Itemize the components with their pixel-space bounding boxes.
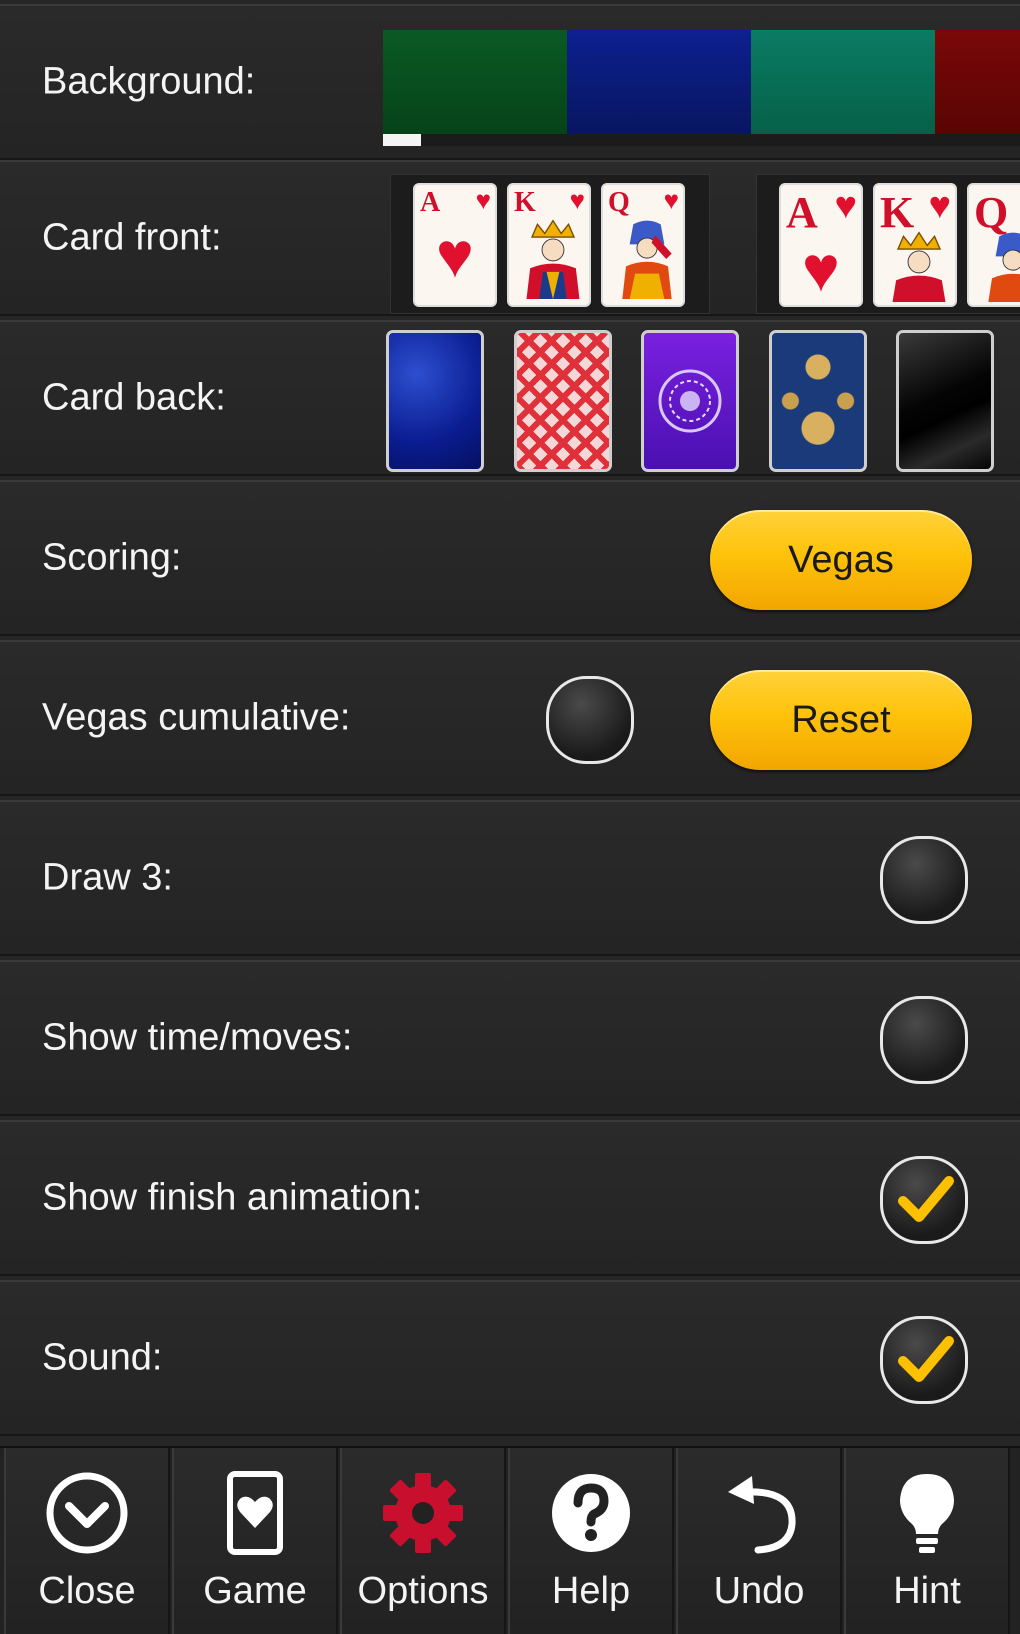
mandala-icon [658, 369, 722, 433]
lightbulb-icon [900, 1474, 954, 1553]
show-time-label: Show time/moves: [42, 1016, 353, 1059]
background-swatch-green[interactable] [383, 30, 567, 134]
queen-face-icon [622, 220, 672, 300]
toolbar-undo-button[interactable]: Undo [676, 1448, 842, 1634]
scoring-label: Scoring: [42, 536, 182, 579]
king-face-icon [526, 219, 580, 300]
card-rank: Q [608, 187, 630, 218]
heart-icon: ♥ [928, 185, 951, 227]
undo-icon [728, 1476, 796, 1554]
chevron-down-circle-icon [46, 1472, 128, 1554]
card-rank: K [514, 187, 536, 218]
show-time-row: Show time/moves: [0, 960, 1020, 1116]
show-time-toggle[interactable] [880, 996, 968, 1084]
card-rank: A [420, 187, 441, 218]
vegas-cumulative-toggle[interactable] [546, 676, 634, 764]
draw3-toggle[interactable] [880, 836, 968, 924]
heart-icon: ♥ [436, 218, 474, 291]
toolbar-game-button[interactable]: Game [172, 1448, 338, 1634]
finish-animation-row: Show finish animation: [0, 1120, 1020, 1276]
background-scrollbar[interactable] [383, 134, 1020, 146]
help-icon [552, 1474, 630, 1552]
background-row: Background: [0, 4, 1020, 160]
card-king-hearts: K ♥ [507, 183, 591, 307]
card-back-row: Card back: [0, 320, 1020, 476]
toolbar-help-label: Help [551, 1570, 631, 1612]
card-front-label: Card front: [42, 216, 222, 259]
card-icon [227, 1471, 283, 1555]
toolbar-options-label: Options [357, 1570, 489, 1612]
toolbar-hint-label: Hint [893, 1570, 961, 1612]
toolbar-game-label: Game [203, 1570, 307, 1612]
draw3-row: Draw 3: [0, 800, 1020, 956]
heart-icon: ♥ [834, 185, 857, 227]
toolbar-undo-label: Undo [713, 1570, 805, 1612]
card-back-blue[interactable] [386, 330, 484, 472]
card-back-label: Card back: [42, 376, 226, 419]
finish-animation-toggle[interactable] [880, 1156, 968, 1244]
card-front-set-classic[interactable]: A ♥ ♥ K ♥ Q ♥ [390, 174, 710, 314]
options-panel: Background: Card front: A ♥ ♥ K ♥ Q ♥ A … [0, 0, 1020, 1442]
draw3-label: Draw 3: [42, 856, 173, 899]
toolbar-close-label: Close [38, 1570, 136, 1612]
card-back-blue-gold-damask[interactable] [769, 330, 867, 472]
heart-icon: ♥ [569, 185, 585, 215]
card-king-hearts-large: K ♥ [873, 183, 957, 307]
checkmark-icon [898, 1336, 954, 1382]
queen-face-icon [988, 232, 1020, 303]
card-queen-hearts: Q ♥ [601, 183, 685, 307]
background-swatch-red[interactable] [935, 30, 1020, 134]
card-front-set-large[interactable]: A ♥ ♥ K ♥ Q [756, 174, 1020, 314]
sound-toggle[interactable] [880, 1316, 968, 1404]
king-face-icon [892, 231, 946, 303]
heart-icon: ♥ [802, 233, 840, 305]
background-label: Background: [42, 60, 256, 103]
sound-row: Sound: [0, 1280, 1020, 1436]
card-ace-hearts: A ♥ ♥ [413, 183, 497, 307]
scoring-row: Scoring: Vegas [0, 480, 1020, 636]
scroll-thumb[interactable] [383, 134, 421, 146]
scoring-mode-button[interactable]: Vegas [710, 510, 972, 610]
card-back-black-glossy[interactable] [896, 330, 994, 472]
card-back-red-pattern[interactable] [514, 330, 612, 472]
card-queen-hearts-large: Q [967, 183, 1020, 307]
toolbar-hint-button[interactable]: Hint [844, 1448, 1010, 1634]
vegas-cumulative-label: Vegas cumulative: [42, 696, 351, 739]
background-swatches [383, 30, 1020, 134]
toolbar-options-button[interactable]: Options [340, 1448, 506, 1634]
sound-label: Sound: [42, 1336, 163, 1379]
heart-icon: ♥ [475, 185, 491, 215]
vegas-cumulative-row: Vegas cumulative: Reset [0, 640, 1020, 796]
bottom-toolbar: Close Game Options Help Undo Hint [0, 1446, 1020, 1634]
heart-icon: ♥ [663, 185, 679, 215]
background-swatch-teal[interactable] [751, 30, 935, 134]
card-front-row: Card front: A ♥ ♥ K ♥ Q ♥ A ♥ ♥ K ♥ Q [0, 160, 1020, 316]
toolbar-help-button[interactable]: Help [508, 1448, 674, 1634]
card-back-purple-mandala[interactable] [641, 330, 739, 472]
reset-button[interactable]: Reset [710, 670, 972, 770]
card-rank: A [786, 188, 818, 237]
card-ace-hearts-large: A ♥ ♥ [779, 183, 863, 307]
toolbar-close-button[interactable]: Close [4, 1448, 170, 1634]
finish-animation-label: Show finish animation: [42, 1176, 423, 1219]
background-swatch-blue[interactable] [567, 30, 751, 134]
gear-icon [383, 1473, 463, 1553]
checkmark-icon [898, 1176, 954, 1222]
